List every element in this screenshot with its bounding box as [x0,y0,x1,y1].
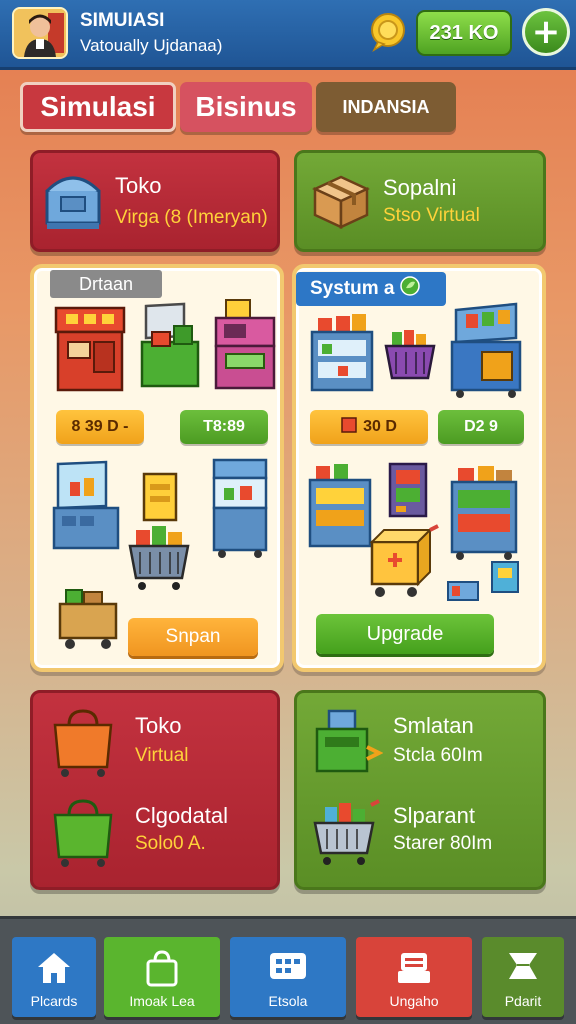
coin-icon[interactable] [370,12,406,52]
purple-basket-icon[interactable] [384,328,436,392]
green-counter-icon[interactable] [138,302,202,394]
orange-bag-icon [51,707,115,783]
snack-pack-icon[interactable] [490,560,520,598]
top-header: SIMUIASI Vatoually Ujdanaa) 231 KO + [0,0,576,70]
panel-label: Drtaan [50,270,162,298]
blue-kiosk-icon[interactable] [210,458,270,562]
nav-register[interactable]: Ungaho [356,937,472,1017]
price-tag[interactable]: 8 39 D - [56,410,144,444]
delivery-cart-icon[interactable] [368,524,440,606]
item-subtitle: Virtual [135,745,189,766]
nav-label: Imoak Lea [129,993,195,1009]
red-kiosk-icon[interactable] [54,302,126,398]
bottom-navbar: Plcards Imoak Lea Etsola Ungaho Pdarit [0,916,576,1024]
item-subtitle: Stcla 60Im [393,745,483,766]
item-title: Smlatan [393,713,474,738]
item-title: Toko [135,713,182,738]
tab-indansia[interactable]: INDANSIA [316,82,456,132]
upgrade-button[interactable]: Upgrade [316,614,494,654]
item-subtitle: Solo0 A. [135,833,206,854]
app-subtitle: Vatoually Ujdanaa) [80,36,223,55]
blue-fridge-icon[interactable] [448,302,524,402]
card-title: Sopalni [383,175,457,200]
display-rack-icon[interactable] [448,464,520,564]
item-title: Clgodatal [135,803,228,828]
card-toko[interactable]: Toko Virga (8 (Imeryan) [30,150,280,252]
nav-label: Plcards [30,993,78,1009]
price-tag[interactable]: D2 9 [438,410,524,444]
dashboard-icon [268,949,308,987]
box-icon [341,416,357,438]
shopping-cart-icon[interactable] [126,522,192,596]
nav-home[interactable]: Plcards [12,937,96,1017]
blue-vending-icon[interactable] [388,462,428,526]
panel-label: Systum a [296,272,446,306]
green-bag-icon [51,797,115,873]
card-sopalni[interactable]: Sopalni Stso Virtual [294,150,546,252]
money-balance[interactable]: 231 KO [416,10,512,56]
player-avatar[interactable] [12,7,68,59]
panel-label-text: Systum a [310,278,395,299]
product-shelf-icon[interactable] [308,462,372,556]
cash-register-icon [313,707,384,783]
store-box-icon [41,167,105,237]
nav-label: Pdarit [504,993,542,1009]
nav-label: Etsola [268,993,308,1009]
home-icon [34,949,74,989]
card-title: Toko [115,173,162,198]
tab-simulasi[interactable]: Simulasi [20,82,176,132]
add-currency-button[interactable]: + [522,8,570,56]
small-box-icon[interactable] [446,576,480,608]
card-virtual-store[interactable]: Toko Virtual Clgodatal Solo0 A. [30,690,280,890]
item-title: Slparant [393,803,475,828]
nav-flag[interactable]: Pdarit [482,937,564,1017]
shopping-bag-icon [144,949,180,991]
price-value: 30 D [363,418,397,435]
shopping-cart-icon [311,797,383,873]
yellow-sign-icon[interactable] [142,472,178,526]
register-icon [395,949,433,991]
flag-icon [505,949,541,989]
shop-panel-left: Drtaan 8 39 D - T8:89 Snpan [30,264,284,672]
price-tag[interactable]: 30 D [310,410,428,444]
blue-showcase-icon[interactable] [52,460,122,560]
nav-label: Ungaho [389,993,439,1009]
tab-bisinus[interactable]: Bisinus [180,82,312,132]
leaf-badge-icon [400,276,421,302]
card-simulation[interactable]: Smlatan Stcla 60Im Slparant Starer 80Im [294,690,546,890]
card-subtitle: Virga (8 (Imeryan) [115,207,268,228]
card-subtitle: Stso Virtual [383,205,480,226]
nav-shop[interactable]: Imoak Lea [104,937,220,1017]
shop-panel-right: Systum a 30 D D2 9 Upgrade [292,264,546,672]
open-button[interactable]: Snpan [128,618,258,656]
app-title: SIMUIASI [80,10,165,31]
pink-register-icon[interactable] [214,298,276,396]
nav-dashboard[interactable]: Etsola [230,937,346,1017]
blue-shelf-icon[interactable] [310,312,374,398]
wooden-cart-icon[interactable] [56,586,120,656]
cardboard-box-icon [311,169,371,235]
item-subtitle: Starer 80Im [393,833,493,854]
price-tag[interactable]: T8:89 [180,410,268,444]
